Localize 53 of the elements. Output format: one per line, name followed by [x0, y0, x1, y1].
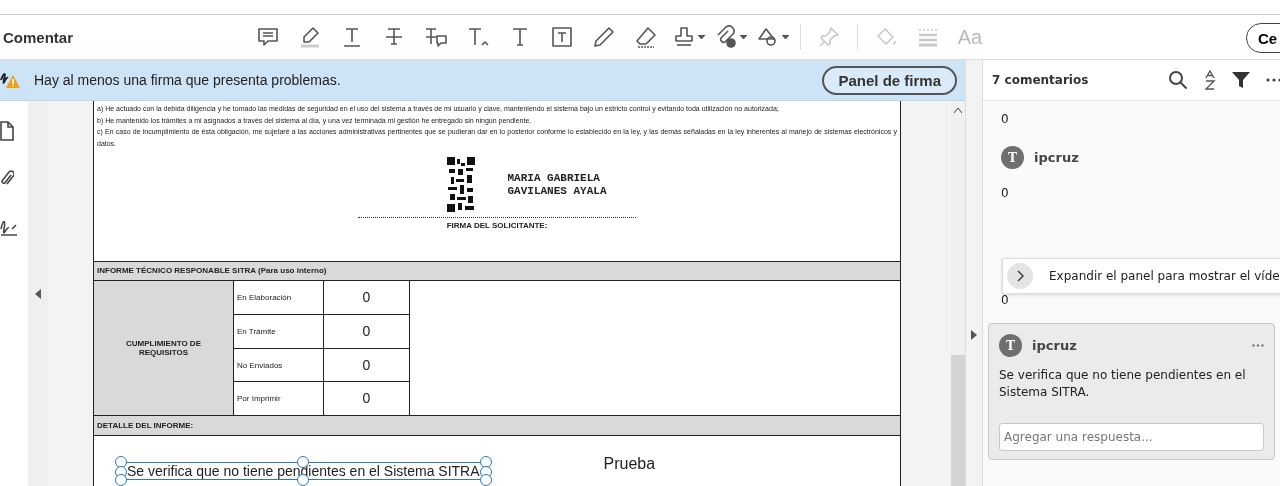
avatar: T — [999, 334, 1022, 357]
requirements-label: CUMPLIMIENTO DE REQUISITOS — [125, 339, 202, 358]
pin-icon — [817, 25, 841, 49]
status-label: En Elaboración — [237, 293, 292, 303]
eraser-icon — [634, 25, 658, 49]
signature-panel-button[interactable]: Panel de firma — [822, 65, 957, 95]
section-header: INFORME TÉCNICO RESPONABLE SITRA (Para uso interno) — [97, 266, 327, 276]
scroll-up-icon[interactable] — [954, 107, 962, 113]
status-count: 0 — [362, 390, 371, 409]
status-count: 0 — [362, 356, 371, 375]
avatar: T — [1001, 146, 1024, 169]
status-count: 0 — [362, 289, 371, 308]
replace-icon — [424, 25, 448, 49]
chevron-button-icon[interactable] — [1007, 263, 1033, 289]
comment-text: 0 — [1001, 292, 1010, 309]
scrollbar-thumb[interactable] — [951, 355, 965, 486]
comments-count: 7 comentarios — [992, 73, 1090, 87]
caret-icon — [781, 34, 789, 40]
signer-name: GAVILANES AYALA — [507, 184, 607, 198]
status-label: No Enviados — [237, 360, 283, 370]
textbox-icon — [550, 25, 574, 49]
note-icon — [256, 25, 280, 49]
document-text: Prueba — [603, 455, 656, 473]
caret-icon — [697, 34, 705, 40]
reply-field[interactable]: Agregar una respuesta... — [999, 423, 1264, 451]
page-icon[interactable] — [0, 121, 14, 141]
status-label: Por Imprimir — [237, 394, 281, 404]
status-label: En Trámite — [237, 326, 276, 336]
signer-name: MARIA GABRIELA — [507, 171, 601, 185]
comment-card[interactable]: T ipcruz Se verifica que no tiene pendientes en el Sistema SITRA. Agregar una respuesta... — [988, 323, 1275, 460]
comment-author: ipcruz — [1032, 338, 1078, 353]
comment-text: Se verifica que no tiene pendientes en el Sistema SITRA. — [999, 367, 1247, 401]
comment-text: 0 — [1001, 111, 1010, 128]
banner-message: Hay al menos una firma que presenta problemas. — [34, 72, 342, 88]
expand-arrow-icon[interactable] — [971, 330, 977, 340]
comment-text: 0 — [1001, 185, 1010, 202]
close-button[interactable]: Ce — [1246, 23, 1280, 53]
comment-author: ipcruz — [1034, 150, 1080, 165]
sort-icon[interactable] — [1204, 70, 1216, 90]
tooltip-text: Expandir el panel para mostrar el víde — [1049, 269, 1280, 283]
status-count: 0 — [362, 323, 371, 342]
search-icon[interactable] — [1168, 70, 1188, 90]
more-icon[interactable] — [1266, 78, 1280, 82]
pencil-icon — [592, 25, 616, 49]
filter-icon[interactable] — [1232, 71, 1250, 89]
section-header: DETALLE DEL INFORME: — [97, 421, 194, 430]
highlight-icon — [298, 25, 322, 49]
toolbar-title: Comentar — [2, 28, 74, 46]
qr-code-icon — [447, 157, 476, 212]
signature-warning-icon — [0, 70, 22, 90]
caret-icon — [739, 34, 747, 40]
signature-label: FIRMA DEL SOLICITANTE: — [446, 221, 548, 230]
collapse-arrow-icon[interactable] — [35, 289, 41, 299]
